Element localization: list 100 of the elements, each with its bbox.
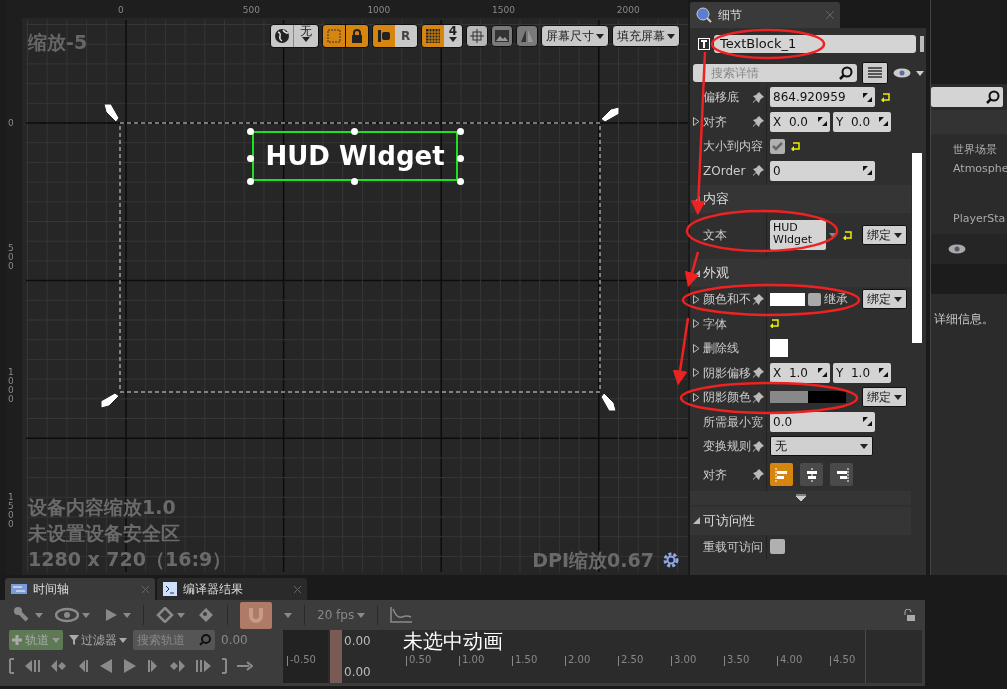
property-label: 阴影颜色 [703,389,752,407]
outliner-item[interactable]: PlayerSta [953,211,1007,228]
expand-triangle-icon[interactable] [693,368,700,378]
expand-triangle-icon[interactable] [693,117,700,127]
color-swatch[interactable] [770,292,805,306]
name-field[interactable]: TextBlock_1 [714,35,916,53]
respect-toggle[interactable]: R [394,25,417,47]
align-button[interactable] [830,463,853,486]
text-value-field[interactable]: HUD WIdget [770,220,826,250]
bind-dropdown[interactable]: 绑定 [862,225,907,245]
outliner-item[interactable]: 世界场景 [953,142,1007,159]
pin-icon[interactable] [753,469,764,480]
pin-icon[interactable] [753,440,764,452]
pin-icon[interactable] [753,91,764,103]
y-field[interactable]: Y 0.0 [833,111,891,132]
details-tab[interactable]: 细节 [690,2,840,28]
collapse-triangle-icon[interactable] [693,517,700,524]
skip-back-icon[interactable] [25,658,41,674]
pin-icon[interactable] [753,116,764,128]
play-icon[interactable] [123,658,137,674]
skip-forward-icon[interactable] [195,658,211,674]
jump-start-icon[interactable] [9,658,15,674]
move-button[interactable] [466,25,488,47]
section-header[interactable]: 外观 [690,259,911,287]
x-field[interactable]: X 0.0 [770,111,830,132]
console-icon [163,582,177,596]
eye-icon[interactable] [948,244,966,254]
jump-end-icon[interactable] [221,658,227,674]
screen-size-dropdown[interactable]: 屏幕尺寸 [541,25,609,47]
next-key-icon[interactable] [169,658,185,674]
resize-handle[interactable] [246,177,254,185]
snap-toggle[interactable] [240,601,272,629]
expand-triangle-icon[interactable] [693,294,700,304]
grid-toggle[interactable] [421,25,444,47]
resize-handle[interactable] [456,154,464,162]
eye-icon[interactable] [893,68,911,78]
close-icon[interactable] [294,585,301,593]
snap-toggle[interactable] [372,25,395,47]
y-field[interactable]: Y 1.0 [833,362,891,383]
caret-icon [35,612,43,618]
color-swatch[interactable] [770,339,788,358]
pin-icon[interactable] [753,293,764,305]
resize-handle[interactable] [350,177,358,185]
checkbox[interactable] [770,138,785,154]
reset-icon[interactable] [843,230,853,240]
grid-view-button[interactable] [862,62,888,84]
reset-icon[interactable] [791,141,801,151]
search-field[interactable] [931,87,1003,107]
number-field[interactable]: 0.0 [770,411,875,432]
reset-icon[interactable] [770,319,780,329]
lock-toggle[interactable] [345,25,368,47]
unlock-icon[interactable] [903,609,915,621]
reset-icon[interactable] [881,92,891,102]
drag-icon [818,117,827,127]
image-button[interactable] [491,25,513,47]
number-field[interactable]: 864.920959 [770,87,875,108]
resize-handle[interactable] [456,177,464,185]
transform-dropdown[interactable]: 无 [770,436,873,457]
filter-dropdown[interactable]: 过滤器 [69,631,127,649]
globe-button[interactable] [270,25,293,47]
section-header[interactable]: 可访问性 [690,506,911,535]
bind-dropdown[interactable]: 绑定 [862,289,907,310]
key-diamond-icon[interactable] [156,607,174,623]
number-field[interactable]: 0 [770,160,875,181]
align-button[interactable] [800,463,823,486]
list-row[interactable] [931,234,1007,264]
x-field[interactable]: X 1.0 [770,362,830,383]
text-widget[interactable]: HUD WIdget [252,131,458,181]
step-back-icon[interactable] [77,658,89,674]
prev-key-icon[interactable] [51,658,67,674]
resize-handle[interactable] [246,127,254,135]
panel-tab[interactable]: 时间轴 [5,578,155,600]
resize-handle[interactable] [456,127,464,135]
loop-arrow-icon[interactable] [237,658,253,674]
resize-handle[interactable] [246,154,254,162]
curve-icon[interactable] [390,607,413,623]
marquee-toggle[interactable] [322,25,345,47]
shadow-color-swatch[interactable] [770,391,846,404]
expand-triangle-icon[interactable] [693,343,700,353]
step-forward-icon[interactable] [147,658,159,674]
panel-tab[interactable]: 编译器结果 [157,578,307,600]
space-dropdown[interactable]: 无 [292,25,318,47]
tick-label: 2.50 [621,654,644,666]
pin-icon[interactable] [753,367,764,379]
pin-icon[interactable] [753,165,764,177]
mirror-button[interactable] [516,25,538,47]
search-icon [839,66,853,80]
fill-mode-dropdown[interactable]: 填充屏幕 [612,25,680,47]
pin-icon[interactable] [753,391,764,403]
expand-triangle-icon[interactable] [693,392,700,402]
bind-dropdown[interactable]: 绑定 [862,387,907,408]
inherit-checkbox[interactable] [808,292,821,306]
checkbox[interactable] [770,539,785,555]
expand-triangle-icon[interactable] [693,319,700,329]
tag-icon[interactable] [197,607,215,623]
resize-handle[interactable] [350,127,358,135]
play-reverse-icon[interactable] [99,658,113,674]
ruler-label: 1000 [367,5,391,15]
viewport-info-text: 设备内容缩放1.0 [28,495,177,520]
settings-icon[interactable] [662,551,680,570]
